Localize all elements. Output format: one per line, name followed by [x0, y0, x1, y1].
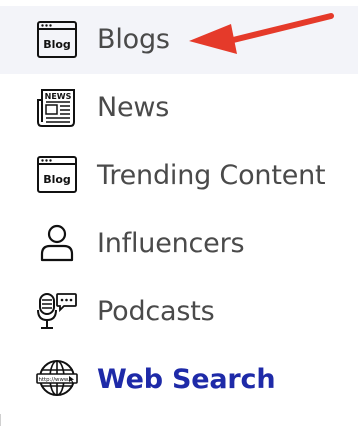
menu-item-news[interactable]: NEWS News [0, 74, 358, 142]
globe-icon: http://www. [36, 358, 78, 400]
menu-item-web-search[interactable]: http://www. Web Search [0, 346, 358, 414]
menu-item-podcasts[interactable]: Podcasts [0, 278, 358, 346]
microphone-icon [36, 290, 78, 332]
menu-item-influencers[interactable]: Influencers [0, 210, 358, 278]
svg-text:Blog: Blog [43, 38, 71, 51]
menu-item-label: News [97, 92, 170, 123]
blog-icon: Blog [36, 19, 78, 61]
divider [0, 414, 1, 426]
newspaper-icon: NEWS [36, 86, 78, 128]
pointer-arrow-icon [189, 13, 334, 54]
menu-item-trending-content[interactable]: Blog Trending Content [0, 142, 358, 210]
blog-icon: Blog [36, 154, 78, 196]
menu-item-label: Blogs [97, 24, 170, 55]
svg-text:http://www.: http://www. [39, 377, 70, 383]
svg-text:Blog: Blog [43, 173, 71, 186]
svg-text:NEWS: NEWS [45, 92, 72, 101]
menu-item-label: Web Search [97, 364, 276, 395]
menu-item-label: Influencers [97, 228, 245, 259]
person-icon [36, 222, 78, 264]
menu-item-label: Trending Content [97, 160, 326, 191]
menu-item-label: Podcasts [97, 296, 215, 327]
